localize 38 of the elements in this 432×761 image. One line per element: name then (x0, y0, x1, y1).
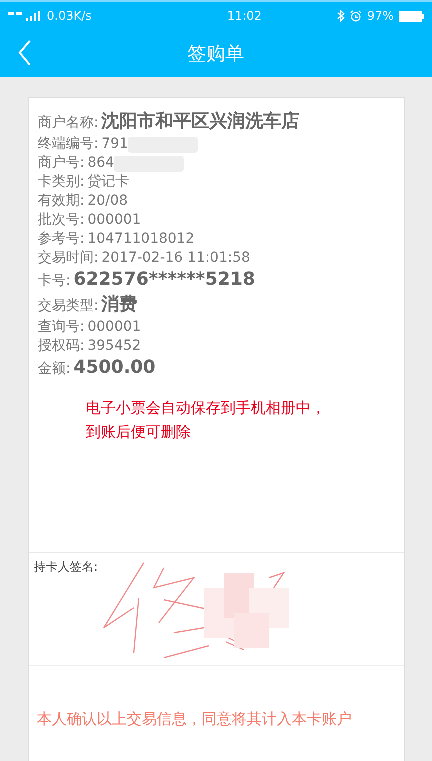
field-value: 864 (88, 154, 114, 173)
field-value: 20/08 (88, 192, 128, 211)
field-label: 卡号: (38, 272, 71, 291)
field-label: 批次号: (38, 211, 85, 230)
network-speed: 0.03K/s (47, 9, 92, 23)
field-value: 消费 (102, 293, 138, 316)
field-value: 4500.00 (74, 356, 156, 379)
page-title: 签购单 (188, 42, 244, 66)
field-label: 参考号: (38, 230, 85, 249)
battery-icon (399, 10, 424, 22)
signal-icon (8, 10, 42, 22)
field-value: 贷记卡 (88, 173, 130, 192)
field-label: 终端编号: (38, 135, 99, 154)
field-value: 791 (102, 135, 128, 154)
field-label: 交易时间: (38, 249, 99, 268)
field-value: 沈阳市和平区兴润洗车店 (102, 110, 300, 133)
field-label: 卡类别: (38, 173, 85, 192)
field-label: 授权码: (38, 337, 85, 356)
field-label: 有效期: (38, 192, 85, 211)
bluetooth-icon (337, 10, 346, 22)
notice-text: 电子小票会自动保存到手机相册中，到账后便可删除 (86, 398, 327, 443)
field-value: 104711018012 (88, 230, 195, 249)
field-value: 622576******5218 (74, 268, 256, 291)
field-label: 商户号: (38, 154, 85, 173)
battery-level: 97% (367, 9, 394, 23)
field-label: 金额: (38, 360, 71, 379)
field-label: 交易类型: (38, 297, 99, 316)
field-value: 000001 (88, 211, 142, 230)
confirmation-text: 本人确认以上交易信息，同意将其计入本卡账户 (37, 710, 353, 729)
clock: 11:02 (226, 9, 262, 23)
alarm-icon (350, 10, 362, 22)
back-icon[interactable] (18, 40, 32, 66)
signature-label: 持卡人签名: (34, 559, 98, 576)
field-value: 000001 (88, 318, 142, 337)
field-value: 395452 (88, 337, 142, 356)
field-value: 2017-02-16 11:01:58 (102, 249, 250, 268)
field-label: 商户名称: (38, 114, 99, 133)
field-label: 查询号: (38, 318, 85, 337)
